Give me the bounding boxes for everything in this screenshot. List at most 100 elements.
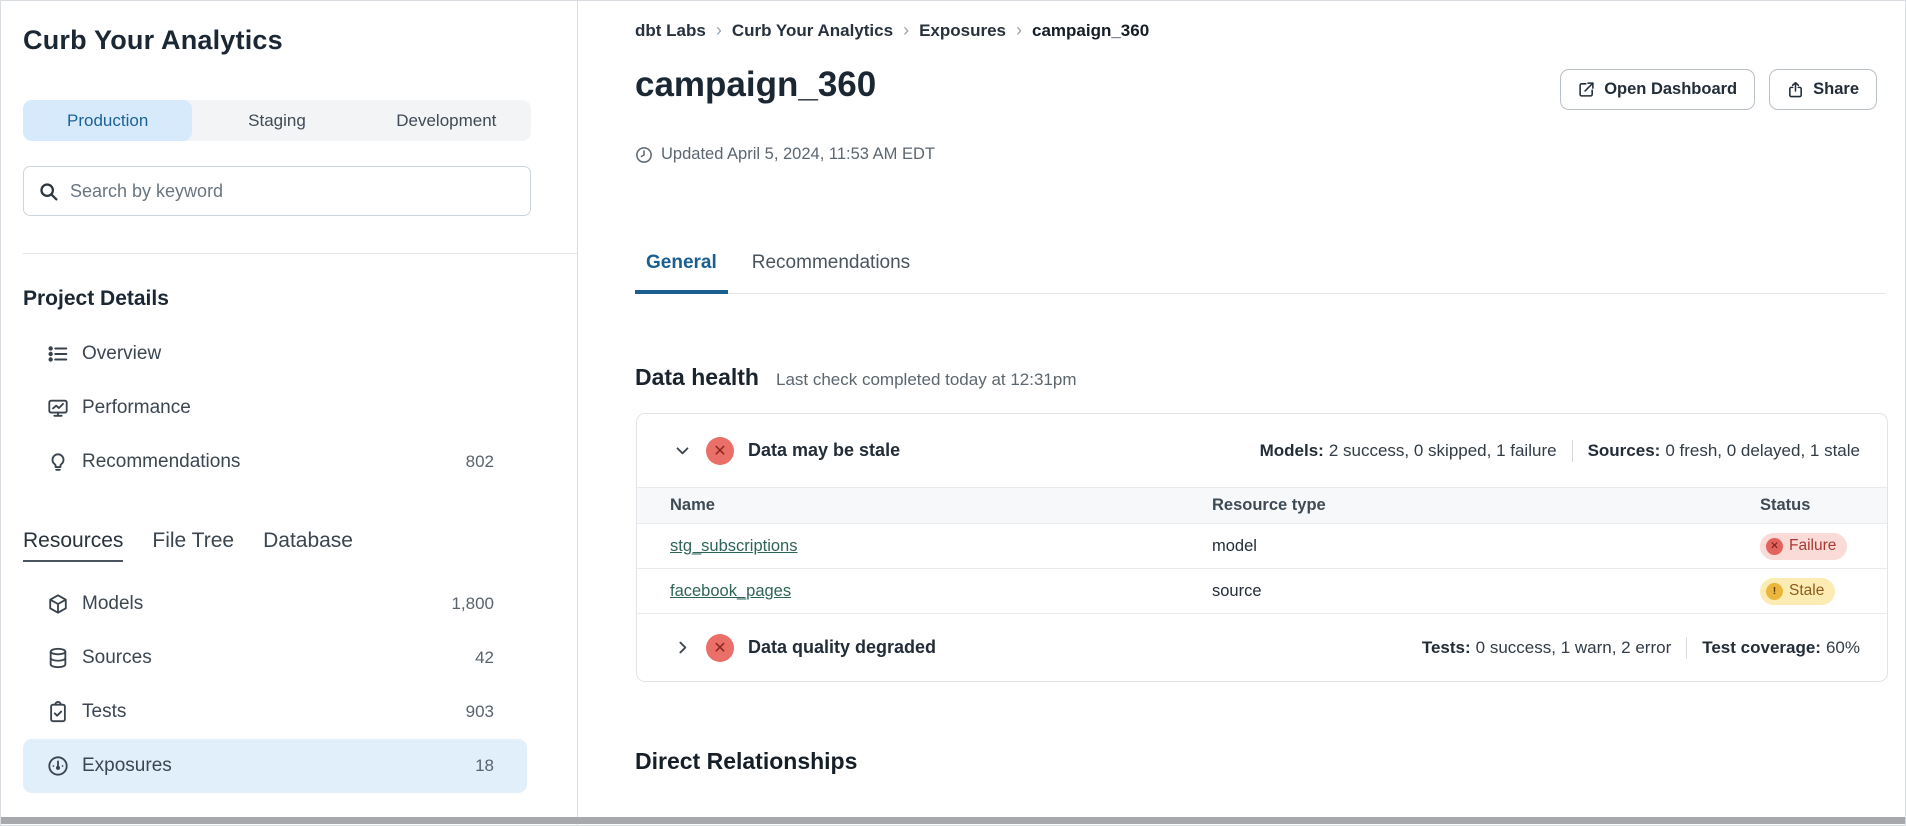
lightbulb-icon [46,450,70,474]
cube-icon [46,592,70,616]
sidebar-item-count: 802 [466,452,494,472]
sidebar-item-sources[interactable]: Sources 42 [23,631,527,685]
status-badge-label: Failure [1789,537,1836,555]
env-tab-production[interactable]: Production [23,100,192,141]
open-dashboard-label: Open Dashboard [1604,80,1737,99]
sidebar-item-performance[interactable]: Performance [23,381,527,435]
sidebar-divider [23,253,578,254]
sidebar-item-overview[interactable]: Overview [23,327,527,381]
direct-relationships-heading: Direct Relationships [635,748,1886,775]
env-tab-staging[interactable]: Staging [192,100,361,141]
data-health-header: Data health Last check completed today a… [635,364,1886,391]
resource-link-facebook-pages[interactable]: facebook_pages [670,582,791,600]
breadcrumb: dbt Labs › Curb Your Analytics › Exposur… [635,20,1886,41]
chevron-right-icon[interactable] [674,639,691,656]
env-tab-development[interactable]: Development [362,100,531,141]
window-bottom-edge [1,817,1905,824]
sidebar-item-recommendations[interactable]: Recommendations 802 [23,435,527,489]
clock-icon [635,146,653,164]
clipboard-check-icon [46,700,70,724]
sidebar-item-count: 1,800 [451,594,494,614]
chevron-right-icon: › [903,20,909,41]
stale-warning-icon: ! [1766,583,1783,600]
table-header-row: Name Resource type Status [637,487,1887,523]
sidebar-item-label: Models [82,593,143,615]
database-icon [46,646,70,670]
stale-section-title: Data may be stale [748,440,900,461]
tab-file-tree[interactable]: File Tree [152,529,234,562]
sidebar-item-exposures[interactable]: Exposures 18 [23,739,527,793]
breadcrumb-current: campaign_360 [1032,21,1149,41]
resource-type-cell: model [1212,537,1760,556]
stale-resources-table: Name Resource type Status stg_subscripti… [637,487,1887,613]
tab-general[interactable]: General [635,252,728,294]
project-title: Curb Your Analytics [23,25,577,56]
column-header-name: Name [670,496,1212,515]
main-content: dbt Labs › Curb Your Analytics › Exposur… [579,1,1905,825]
summary-label: Models: [1260,441,1324,461]
table-row: stg_subscriptions model ✕ Failure [637,523,1887,568]
gauge-icon [46,754,70,778]
status-badge-label: Stale [1789,582,1824,600]
search-box[interactable] [23,166,531,216]
column-header-resource-type: Resource type [1212,496,1760,515]
summary-value: 0 fresh, 0 delayed, 1 stale [1665,441,1860,461]
sidebar-item-label: Recommendations [82,451,240,473]
summary-label: Test coverage: [1702,638,1821,658]
tab-database[interactable]: Database [263,529,353,562]
page-header: campaign_360 Open Dashboard Share [635,65,1886,121]
header-actions: Open Dashboard Share [1560,69,1877,110]
sidebar-item-count: 903 [466,702,494,722]
resource-type-cell: source [1212,582,1760,601]
updated-text: Updated April 5, 2024, 11:53 AM EDT [661,145,935,164]
chevron-down-icon[interactable] [674,442,691,459]
tab-recommendations[interactable]: Recommendations [741,252,921,294]
project-details-nav: Overview Performance Recommendations 802 [23,327,577,489]
share-label: Share [1813,80,1859,99]
summary-value: 0 success, 1 warn, 2 error [1476,638,1672,658]
share-icon [1787,81,1804,98]
sidebar-item-tests[interactable]: Tests 903 [23,685,527,739]
data-health-subtitle: Last check completed today at 12:31pm [776,370,1077,390]
summary-label: Tests: [1422,638,1471,658]
table-row: facebook_pages source ! Stale [637,568,1887,613]
detail-tabs: General Recommendations [635,252,1886,294]
failure-x-icon: ✕ [1766,538,1783,555]
open-dashboard-button[interactable]: Open Dashboard [1560,69,1755,110]
status-badge-failure: ✕ Failure [1760,533,1847,560]
summary-value: 60% [1826,638,1860,658]
status-badge-stale: ! Stale [1760,578,1835,605]
data-health-title: Data health [635,364,759,391]
share-button[interactable]: Share [1769,69,1877,110]
tab-resources[interactable]: Resources [23,529,123,562]
error-status-icon: ✕ [706,437,734,465]
summary-divider [1686,637,1687,659]
error-status-icon: ✕ [706,634,734,662]
project-details-heading: Project Details [23,287,577,311]
sidebar-item-label: Exposures [82,755,172,777]
summary-divider [1572,440,1573,462]
stale-section-toggle[interactable]: ✕ Data may be stale Models: 2 success, 0… [637,414,1887,487]
list-icon [46,342,70,366]
sidebar-item-count: 18 [475,756,494,776]
sidebar-item-models[interactable]: Models 1,800 [23,577,527,631]
search-input[interactable] [70,181,516,202]
summary-label: Sources: [1588,441,1661,461]
breadcrumb-dbt-labs[interactable]: dbt Labs [635,21,706,41]
resource-link-stg-subscriptions[interactable]: stg_subscriptions [670,537,797,555]
sidebar-item-label: Overview [82,343,161,365]
column-header-status: Status [1760,496,1887,515]
stale-section-summary: Models: 2 success, 0 skipped, 1 failure … [1260,440,1860,462]
resource-view-tabs: Resources File Tree Database [23,529,577,562]
quality-section-summary: Tests: 0 success, 1 warn, 2 error Test c… [1422,637,1860,659]
updated-timestamp: Updated April 5, 2024, 11:53 AM EDT [635,145,1886,164]
quality-section-title: Data quality degraded [748,637,936,658]
sidebar: Curb Your Analytics Production Staging D… [1,1,578,825]
quality-section-toggle[interactable]: ✕ Data quality degraded Tests: 0 success… [637,613,1887,681]
chevron-right-icon: › [1016,20,1022,41]
sidebar-item-label: Tests [82,701,126,723]
breadcrumb-project[interactable]: Curb Your Analytics [732,21,893,41]
external-link-icon [1578,81,1595,98]
breadcrumb-exposures[interactable]: Exposures [919,21,1006,41]
search-icon [38,181,59,202]
